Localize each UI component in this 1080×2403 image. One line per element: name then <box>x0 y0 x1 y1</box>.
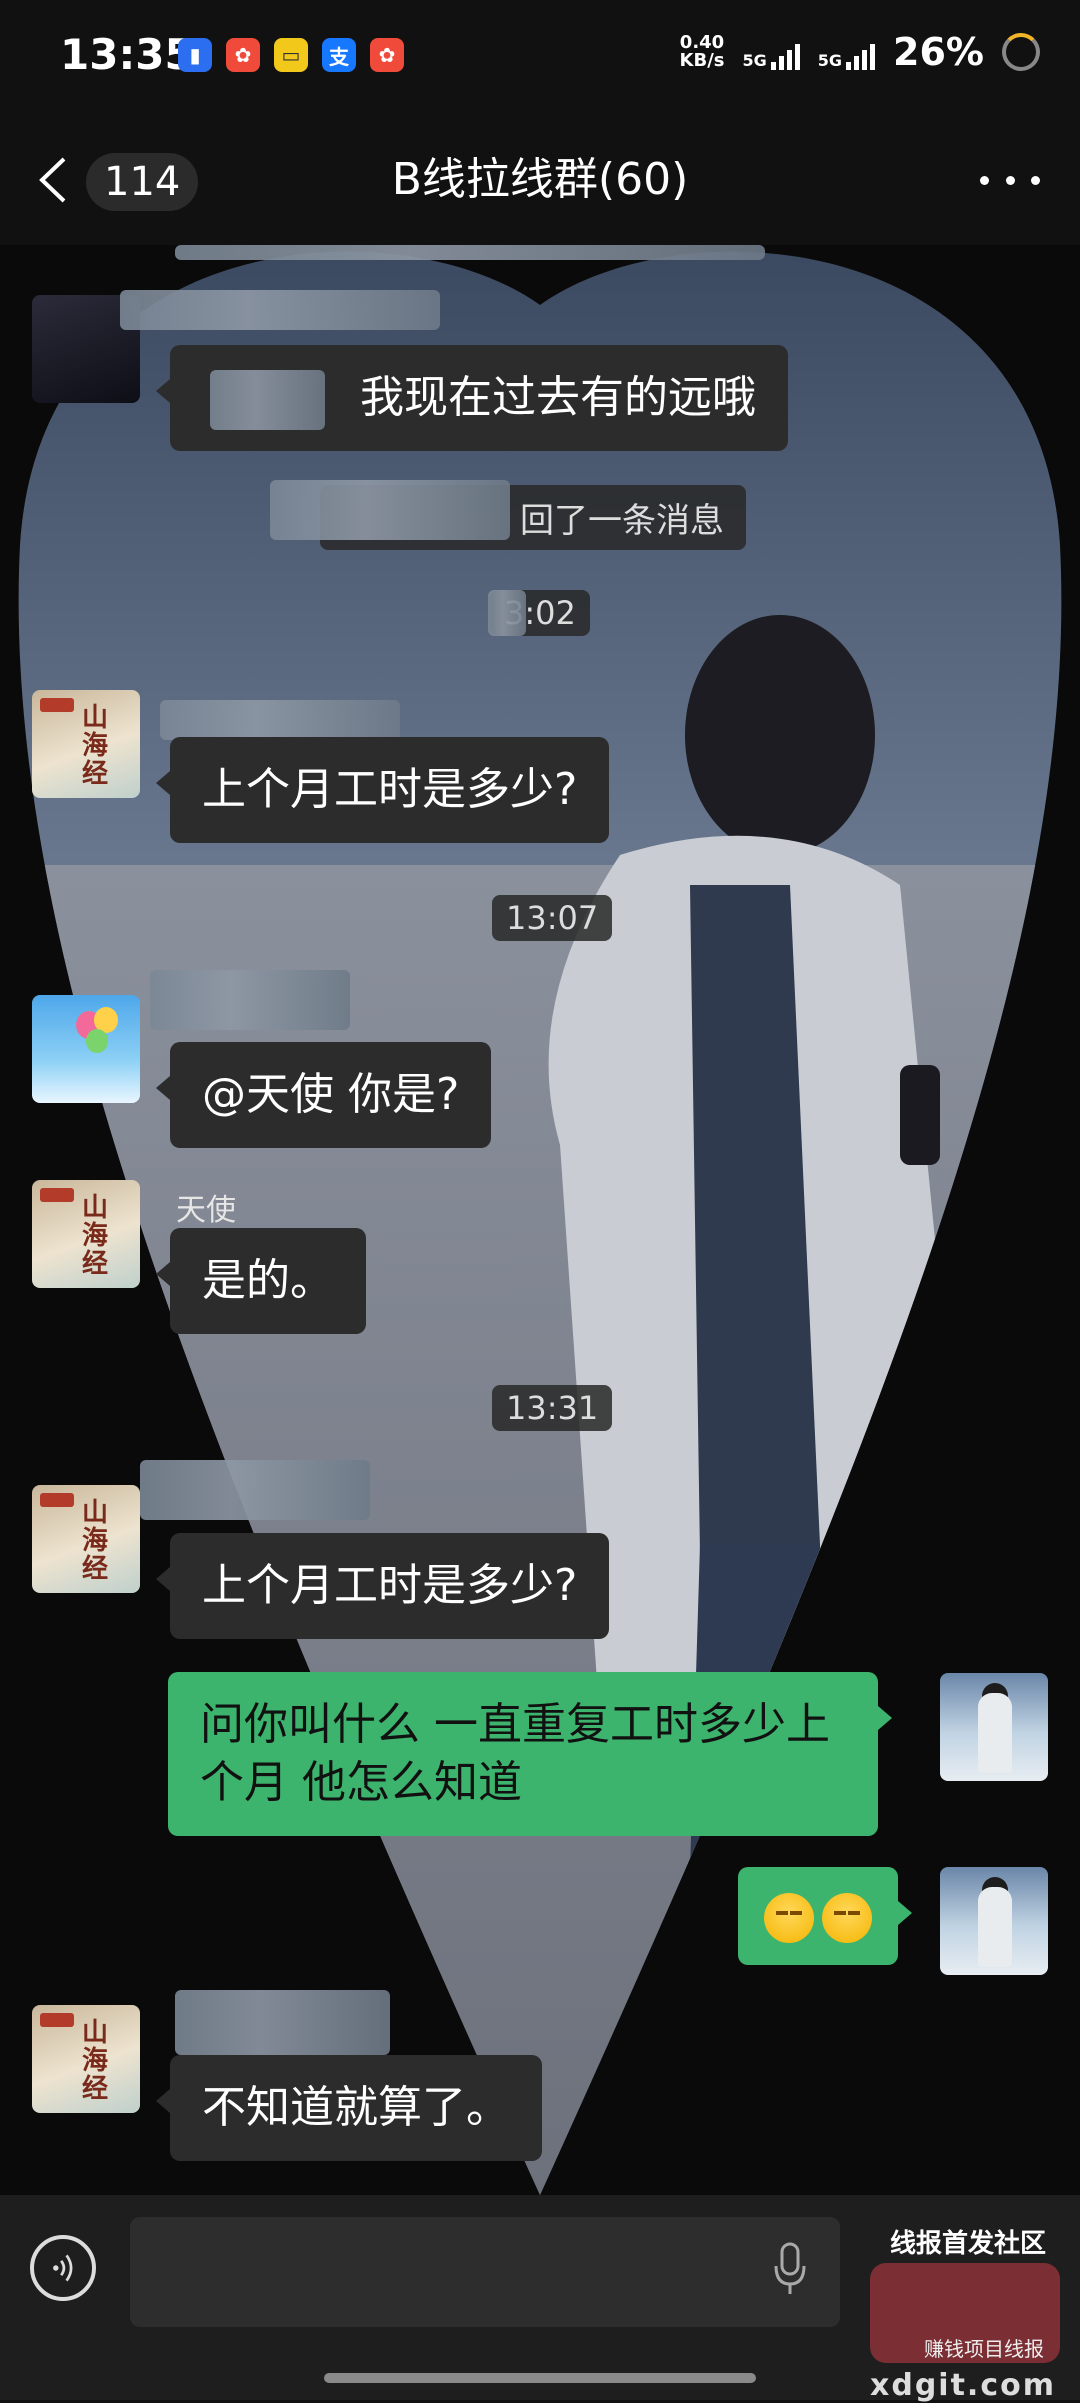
avatar-text: 山海经 <box>82 2018 109 2104</box>
facepalm-emoji-icon <box>822 1893 872 1943</box>
alipay-icon: 支 <box>322 38 356 72</box>
pinduoduo-icon-2: ✿ <box>370 38 404 72</box>
outgoing-emoji-bubble[interactable] <box>738 1867 912 1965</box>
avatar-text: 山海经 <box>82 1498 109 1584</box>
sender-name: 天使 <box>176 1193 236 1228</box>
message-text: 我现在过去有的远哦 <box>360 372 756 423</box>
chat-area[interactable]: 我现在过去有的远哦 回了一条消息 3:02 山海经 上个月工时是多少? 13:0… <box>0 245 1080 2195</box>
status-app-icons: ▮ ✿ ▭ 支 ✿ <box>178 38 404 72</box>
message-text: 不知道就算了。 <box>202 2082 510 2133</box>
avatar-stamp <box>40 2013 74 2027</box>
avatar-text: 山海经 <box>82 1193 109 1279</box>
message-text: 问你叫什么 一直重复工时多少上个月 他怎么知道 <box>200 1699 830 1808</box>
blurred-sender-name <box>140 1460 370 1520</box>
avatar-figure-body <box>978 1693 1012 1773</box>
facepalm-emoji-icon <box>764 1893 814 1943</box>
my-avatar[interactable] <box>940 1867 1048 1975</box>
blurred-sender-name <box>150 970 350 1030</box>
unread-count-badge[interactable]: 114 <box>86 153 199 211</box>
balloon-shape <box>86 1029 108 1053</box>
blurred-sender-name <box>175 1990 390 2055</box>
sender-avatar[interactable]: 山海经 <box>32 2005 140 2113</box>
watermark-logo: 线报首发社区 赚钱项目线报 xdgit.com <box>870 2223 1070 2403</box>
home-indicator[interactable] <box>324 2373 756 2383</box>
avatar-figure-body <box>978 1887 1012 1967</box>
status-indicators: 0.40 KB/s 5G 5G 26% <box>680 30 1040 74</box>
timestamp: 13:07 <box>492 895 613 941</box>
voice-wave-icon <box>53 2254 73 2282</box>
sim2-signal-icon: 5G <box>817 34 876 70</box>
network-speed-unit: KB/s <box>679 50 725 71</box>
message-bubble[interactable]: 上个月工时是多少? <box>155 1533 610 1639</box>
blurred-content <box>270 480 510 540</box>
pinduoduo-icon: ✿ <box>226 38 260 72</box>
sender-avatar[interactable] <box>32 995 140 1103</box>
blurred-sender-name <box>120 290 440 330</box>
chat-header: B线拉线群(60) 114 <box>0 120 1080 245</box>
timestamp: 13:31 <box>492 1385 613 1431</box>
microphone-icon[interactable] <box>770 2240 810 2300</box>
avatar-stamp <box>40 1493 74 1507</box>
blurred-content <box>210 370 325 430</box>
more-dot-icon <box>1031 175 1040 185</box>
battery-percentage: 26% <box>893 30 984 74</box>
blurred-sender-name <box>160 700 400 740</box>
input-bar: 线报首发社区 赚钱项目线报 xdgit.com <box>0 2195 1080 2403</box>
avatar-stamp <box>40 698 74 712</box>
status-time: 13:35 <box>60 30 194 79</box>
message-input[interactable] <box>130 2217 840 2327</box>
chevron-left-icon <box>39 157 66 203</box>
watermark-title: 线报首发社区 <box>890 2229 1047 2259</box>
blurred-content <box>175 245 765 260</box>
more-dot-icon <box>980 175 989 185</box>
more-dot-icon <box>1005 175 1015 185</box>
sim1-signal-icon: 5G <box>743 34 800 70</box>
message-bubble[interactable]: @天使 你是? <box>155 1042 492 1148</box>
my-avatar[interactable] <box>940 1673 1048 1781</box>
sim2-label: 5G <box>817 51 843 70</box>
message-text: 是的。 <box>202 1255 334 1306</box>
sim1-label: 5G <box>742 51 767 70</box>
sender-avatar[interactable]: 山海经 <box>32 1180 140 1288</box>
watermark-subtitle: 赚钱项目线报 <box>924 2337 1044 2361</box>
sender-avatar[interactable]: 山海经 <box>32 1485 140 1593</box>
more-options-button[interactable] <box>980 160 1040 200</box>
blurred-content <box>488 590 526 636</box>
message-bubble[interactable]: 上个月工时是多少? <box>155 737 610 843</box>
message-bubble[interactable]: 是的。 <box>156 1228 366 1334</box>
message-text: 上个月工时是多少? <box>202 1560 578 1611</box>
battery-icon <box>1002 33 1040 71</box>
outgoing-message-bubble[interactable]: 问你叫什么 一直重复工时多少上个月 他怎么知道 <box>168 1672 892 1836</box>
avatar-text: 山海经 <box>82 703 109 789</box>
recall-notice-text: 回了一条消息 <box>520 501 724 541</box>
phone-app-icon: ▮ <box>178 38 212 72</box>
message-bubble[interactable]: 不知道就算了。 <box>156 2055 542 2161</box>
network-speed: 0.40 KB/s <box>680 34 725 70</box>
status-bar: 13:35 ▮ ✿ ▭ 支 ✿ 0.40 KB/s 5G 5G 26% <box>0 0 1080 120</box>
back-button[interactable] <box>36 150 76 210</box>
sender-avatar[interactable]: 山海经 <box>32 690 140 798</box>
avatar-stamp <box>40 1188 74 1202</box>
message-text: @天使 你是? <box>202 1069 460 1120</box>
voice-input-button[interactable] <box>30 2235 96 2301</box>
app-icon-yellow: ▭ <box>274 38 308 72</box>
watermark-domain: xdgit.com <box>870 2368 1056 2403</box>
message-text: 上个月工时是多少? <box>202 764 578 815</box>
